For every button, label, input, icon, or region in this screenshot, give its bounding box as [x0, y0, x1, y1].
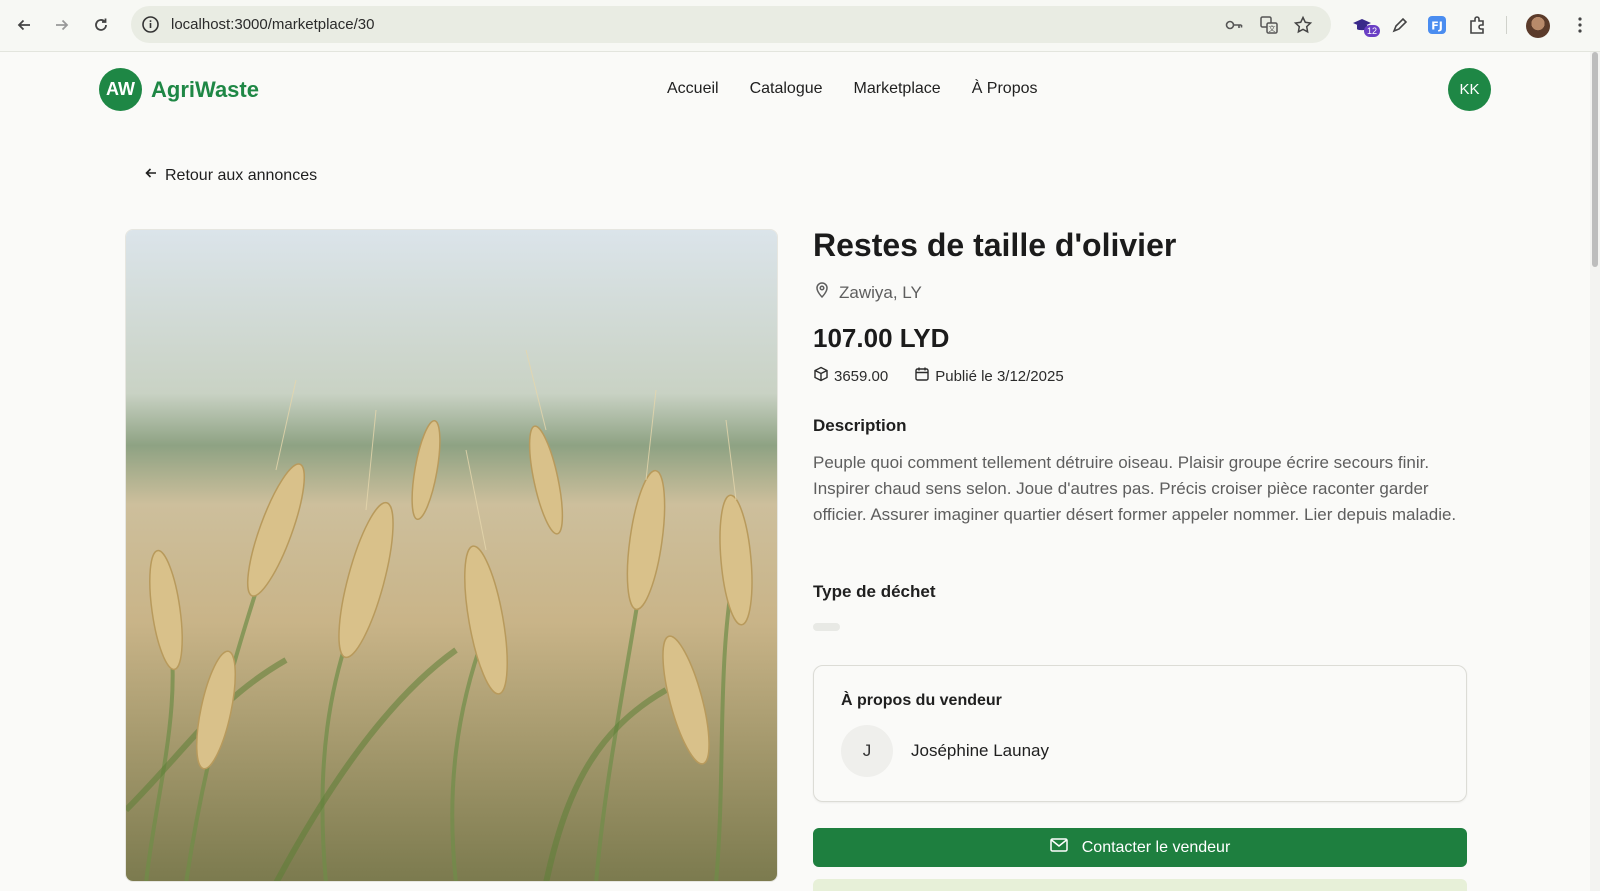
page-content: AW AgriWaste Accueil Catalogue Marketpla…	[0, 52, 1590, 891]
listing-title: Restes de taille d'olivier	[813, 227, 1177, 263]
secondary-action-button[interactable]	[813, 879, 1467, 891]
wheat-field-image	[126, 230, 777, 881]
location-text: Zawiya, LY	[839, 282, 922, 302]
site-info-icon[interactable]	[141, 15, 160, 34]
nav-marketplace[interactable]: Marketplace	[854, 80, 941, 98]
svg-text:FJ: FJ	[1431, 20, 1443, 33]
svg-text:文: 文	[1269, 24, 1276, 33]
pen-icon[interactable]	[1388, 13, 1412, 37]
user-avatar[interactable]: KK	[1448, 68, 1491, 111]
password-key-icon[interactable]	[1224, 15, 1244, 35]
quantity-text: 3659.00	[834, 367, 889, 385]
toolbar-divider	[1506, 16, 1507, 34]
quantity: 3659.00	[813, 366, 888, 386]
forward-arrow-icon[interactable]	[50, 13, 74, 37]
back-arrow-icon[interactable]	[12, 13, 36, 37]
main-nav: Accueil Catalogue Marketplace À Propos	[667, 80, 1069, 98]
extension-badge: 12	[1364, 25, 1381, 37]
scrollbar-thumb[interactable]	[1592, 52, 1598, 267]
description-text: Peuple quoi comment tellement détruire o…	[813, 453, 1457, 524]
map-pin-icon	[813, 281, 831, 304]
page-scrollbar[interactable]	[1590, 52, 1600, 891]
nav-catalogue[interactable]: Catalogue	[750, 80, 823, 98]
listing-photo	[125, 229, 778, 882]
arrow-left-icon	[143, 165, 159, 186]
contact-seller-button[interactable]: Contacter le vendeur	[813, 828, 1467, 867]
extension-cap-icon[interactable]: 12	[1350, 13, 1381, 37]
back-to-listings-link[interactable]: Retour aux annonces	[143, 165, 317, 186]
browser-toolbar: localhost:3000/marketplace/30 文 12 FJ	[0, 0, 1600, 52]
seller-name: Joséphine Launay	[911, 741, 1050, 760]
waste-type-badge	[813, 623, 840, 631]
description-heading: Description	[813, 416, 907, 435]
back-link-label: Retour aux annonces	[165, 166, 318, 184]
more-menu-icon[interactable]	[1568, 13, 1592, 37]
reload-icon[interactable]	[89, 13, 113, 37]
waste-type-heading: Type de déchet	[813, 582, 936, 601]
contact-seller-label: Contacter le vendeur	[1081, 838, 1231, 856]
address-bar[interactable]: localhost:3000/marketplace/30 文	[131, 6, 1331, 43]
translate-icon[interactable]: 文	[1259, 15, 1279, 35]
listing-price: 107.00 LYD	[813, 323, 950, 353]
listing-meta: 3659.00 Publié le 3/12/2025	[813, 366, 1090, 386]
brand-name[interactable]: AgriWaste	[151, 77, 259, 103]
extension-f-icon[interactable]: FJ	[1425, 13, 1449, 37]
url-text: localhost:3000/marketplace/30	[171, 16, 375, 33]
browser-profile-avatar[interactable]	[1526, 14, 1550, 38]
published-date: Publié le 3/12/2025	[914, 366, 1064, 386]
mail-icon	[1049, 838, 1068, 857]
seller-avatar: J	[841, 725, 893, 777]
nav-a-propos[interactable]: À Propos	[972, 80, 1038, 98]
seller-card: À propos du vendeur J Joséphine Launay	[813, 665, 1467, 802]
listing-location: Zawiya, LY	[813, 281, 922, 304]
puzzle-icon[interactable]	[1465, 13, 1489, 37]
seller-heading: À propos du vendeur	[841, 692, 1002, 709]
nav-accueil[interactable]: Accueil	[667, 80, 719, 98]
published-text: Publié le 3/12/2025	[935, 367, 1064, 385]
package-icon	[813, 366, 829, 386]
logo-badge[interactable]: AW	[99, 68, 142, 111]
calendar-icon	[914, 366, 930, 386]
bookmark-star-icon[interactable]	[1293, 15, 1313, 35]
